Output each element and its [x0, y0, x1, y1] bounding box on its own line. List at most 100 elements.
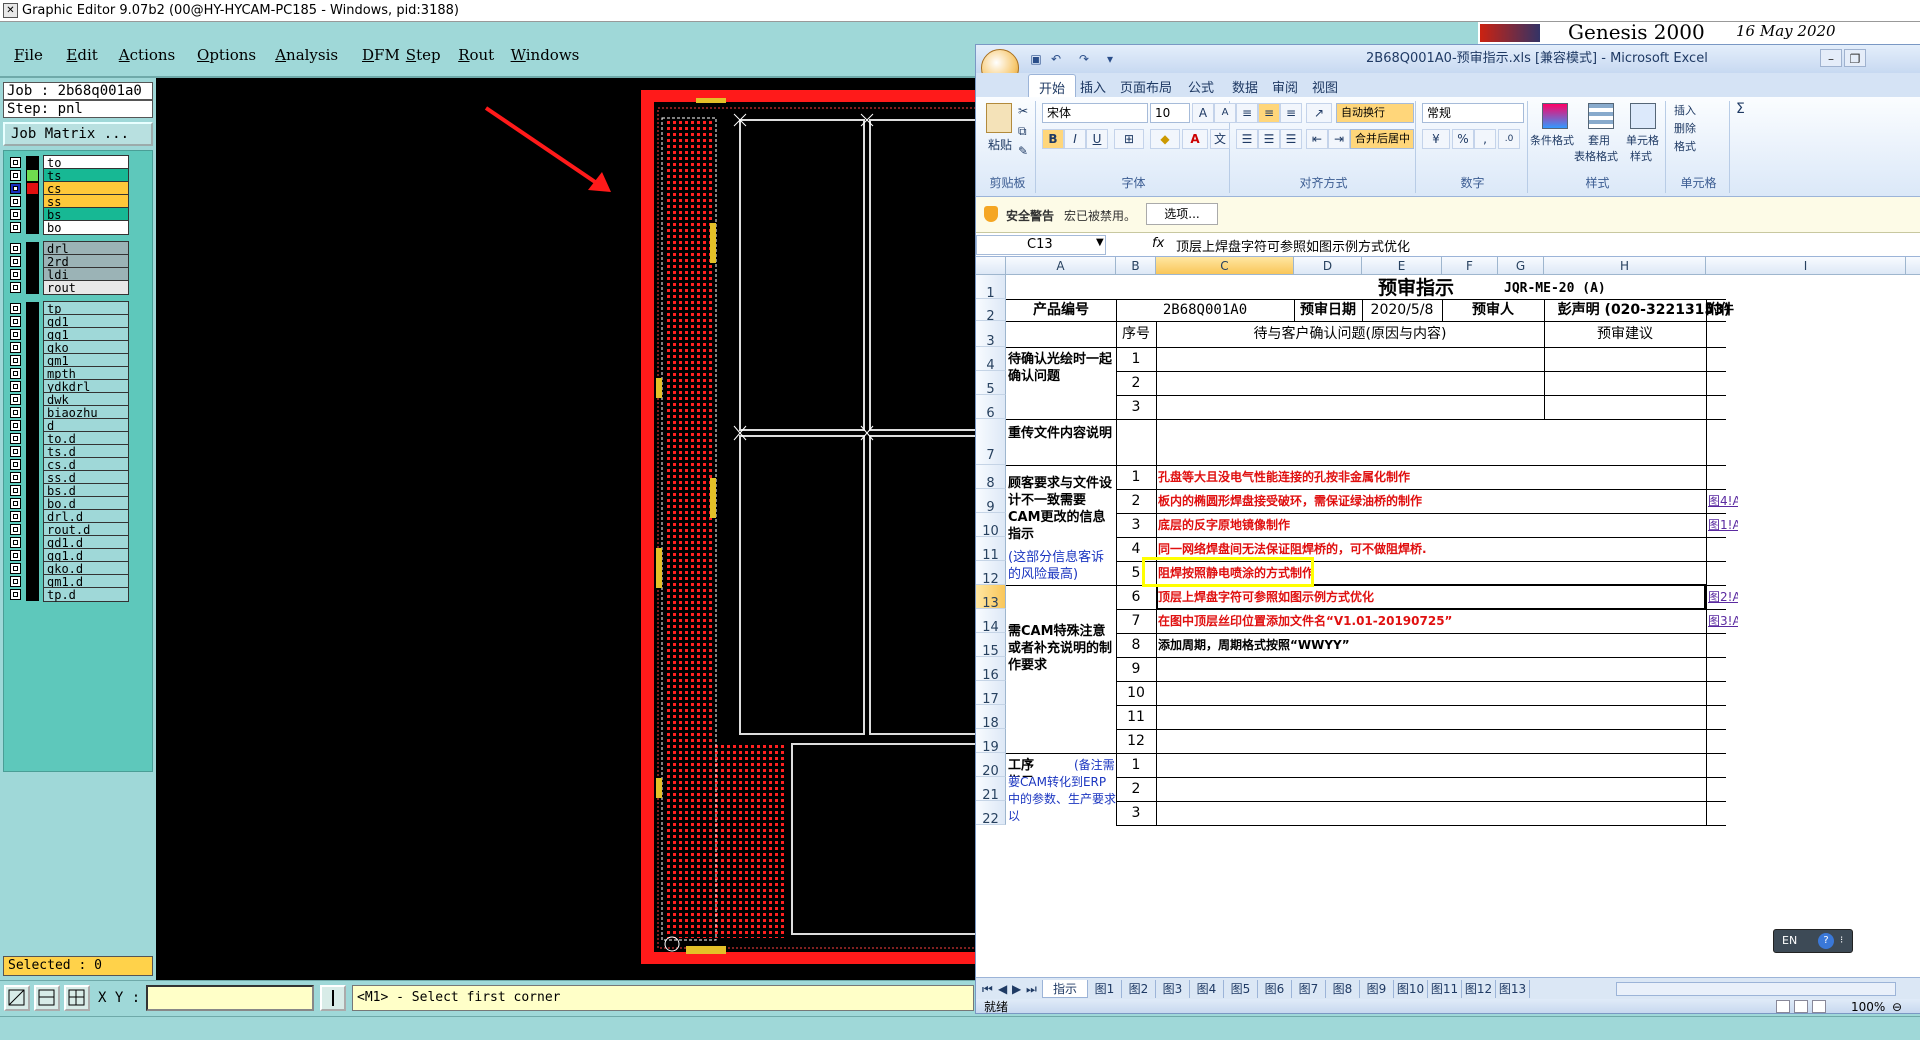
underline-button[interactable]: U: [1086, 129, 1108, 149]
layer-checkbox[interactable]: [10, 524, 21, 535]
italic-button[interactable]: I: [1064, 129, 1086, 149]
fill-color-icon[interactable]: ◆: [1150, 129, 1180, 149]
wrap-text-button[interactable]: 自动换行: [1336, 103, 1414, 123]
sheet-tab-3[interactable]: 图3: [1156, 980, 1190, 998]
format-cells-button[interactable]: 格式: [1674, 137, 1696, 157]
layer-checkbox[interactable]: [10, 222, 21, 233]
layer-checkbox[interactable]: [10, 282, 21, 293]
increase-decimal-icon[interactable]: .0: [1498, 129, 1520, 149]
phonetic-icon[interactable]: 文: [1210, 129, 1230, 149]
namebox-dropdown-icon[interactable]: ▼: [1096, 237, 1104, 248]
pcb-board-view[interactable]: [156, 78, 975, 980]
column-header-A[interactable]: A: [1006, 257, 1116, 275]
ribbon-tab-6[interactable]: 视图: [1312, 77, 1338, 96]
sheet-nav-next-icon[interactable]: ▶: [1012, 980, 1021, 998]
row-header-10[interactable]: 10: [976, 513, 1006, 539]
zoom-tool-button[interactable]: [4, 985, 30, 1011]
menu-options[interactable]: Options: [197, 46, 256, 64]
sheet-tab-0[interactable]: 指示: [1042, 980, 1088, 998]
menu-file[interactable]: File: [14, 46, 43, 64]
align-center-icon[interactable]: ☰: [1258, 129, 1280, 149]
layer-checkbox[interactable]: [10, 256, 21, 267]
graphic-canvas[interactable]: [156, 78, 975, 980]
ribbon-tab-3[interactable]: 公式: [1188, 77, 1214, 96]
row-header-1[interactable]: 1: [976, 275, 1006, 301]
row-header-22[interactable]: 22: [976, 801, 1006, 827]
column-header-C[interactable]: C: [1156, 257, 1294, 275]
customize-icon[interactable]: ▾: [1102, 51, 1118, 67]
sheet-tab-4[interactable]: 图4: [1190, 980, 1224, 998]
layer-checkbox[interactable]: [10, 537, 21, 548]
name-box[interactable]: C13: [976, 235, 1106, 255]
border-icon[interactable]: ⊞: [1114, 129, 1144, 149]
row-header-5[interactable]: 5: [976, 371, 1006, 397]
menu-rout[interactable]: Rout: [458, 46, 494, 64]
row-header-21[interactable]: 21: [976, 777, 1006, 803]
sheet-tab-7[interactable]: 图7: [1292, 980, 1326, 998]
column-header-extra[interactable]: [1906, 257, 1920, 275]
insert-cells-button[interactable]: 插入: [1674, 101, 1696, 121]
layer-name[interactable]: bo: [43, 220, 129, 235]
layer-checkbox[interactable]: [10, 498, 21, 509]
layer-checkbox[interactable]: [10, 576, 21, 587]
cell-style-icon[interactable]: [1630, 103, 1656, 129]
font-size-select[interactable]: 10: [1150, 103, 1190, 123]
layer-checkbox[interactable]: [10, 511, 21, 522]
layer-checkbox[interactable]: [10, 342, 21, 353]
page-layout-view-icon[interactable]: [1794, 1000, 1808, 1013]
merge-center-button[interactable]: 合并后居中: [1350, 129, 1414, 149]
layer-checkbox[interactable]: [10, 157, 21, 168]
layer-color-swatch[interactable]: [26, 281, 39, 294]
menu-edit[interactable]: Edit: [66, 46, 97, 64]
row-header-20[interactable]: 20: [976, 753, 1006, 779]
row-header-3[interactable]: 3: [976, 321, 1006, 349]
column-header-E[interactable]: E: [1362, 257, 1442, 275]
menu-actions[interactable]: Actions: [119, 46, 175, 64]
font-name-select[interactable]: 宋体: [1042, 103, 1148, 123]
align-middle-icon[interactable]: ≡: [1258, 103, 1280, 123]
layer-checkbox[interactable]: [10, 355, 21, 366]
layer-row-bo[interactable]: bo: [8, 220, 129, 235]
sheet-tab-6[interactable]: 图6: [1258, 980, 1292, 998]
row-header-6[interactable]: 6: [976, 395, 1006, 421]
layer-checkbox[interactable]: [10, 589, 21, 600]
ime-options-icon[interactable]: ⁝: [1840, 930, 1843, 952]
align-bottom-icon[interactable]: ≡: [1280, 103, 1302, 123]
grow-font-icon[interactable]: A: [1192, 103, 1214, 123]
layer-checkbox[interactable]: [10, 485, 21, 496]
paste-icon[interactable]: [986, 103, 1012, 133]
delete-cells-button[interactable]: 删除: [1674, 119, 1696, 139]
restore-button[interactable]: ❐: [1844, 49, 1866, 67]
column-header-I[interactable]: I: [1706, 257, 1906, 275]
layer-checkbox[interactable]: [10, 243, 21, 254]
row-header-18[interactable]: 18: [976, 705, 1006, 731]
sheet-nav-first-icon[interactable]: ⏮: [982, 980, 993, 998]
layer-checkbox[interactable]: [10, 459, 21, 470]
cell-style-label-2[interactable]: 样式: [1630, 147, 1652, 167]
security-options-button[interactable]: 选项...: [1146, 203, 1218, 225]
layer-checkbox[interactable]: [10, 381, 21, 392]
format-painter-icon[interactable]: ✎: [1018, 141, 1028, 161]
conditional-format-icon[interactable]: [1542, 103, 1568, 129]
column-header-D[interactable]: D: [1294, 257, 1362, 275]
layer-checkbox[interactable]: [10, 433, 21, 444]
sheet-tab-10[interactable]: 图10: [1394, 980, 1428, 998]
row-header-14[interactable]: 14: [976, 609, 1006, 635]
layer-checkbox[interactable]: [10, 550, 21, 561]
menu-step[interactable]: Step: [406, 46, 441, 64]
layer-row-tp-d[interactable]: tp.d: [8, 587, 129, 602]
sheet-tab-13[interactable]: 图13: [1496, 980, 1530, 998]
sheet-nav-last-icon[interactable]: ⏭: [1026, 980, 1037, 998]
layer-checkbox[interactable]: [10, 329, 21, 340]
menu-dfm[interactable]: DFM: [362, 46, 400, 64]
sheet-tab-2[interactable]: 图2: [1122, 980, 1156, 998]
layer-checkbox[interactable]: [10, 420, 21, 431]
table-format-label-2[interactable]: 表格格式: [1574, 147, 1618, 167]
row-header-8[interactable]: 8: [976, 465, 1006, 491]
layer-checkbox[interactable]: [10, 183, 21, 194]
save-icon[interactable]: ▣: [1028, 51, 1044, 67]
row-header-9[interactable]: 9: [976, 489, 1006, 515]
horizontal-scrollbar[interactable]: [1616, 982, 1896, 996]
zoom-level[interactable]: 100%: [1851, 999, 1885, 1013]
sheet-tab-1[interactable]: 图1: [1088, 980, 1122, 998]
